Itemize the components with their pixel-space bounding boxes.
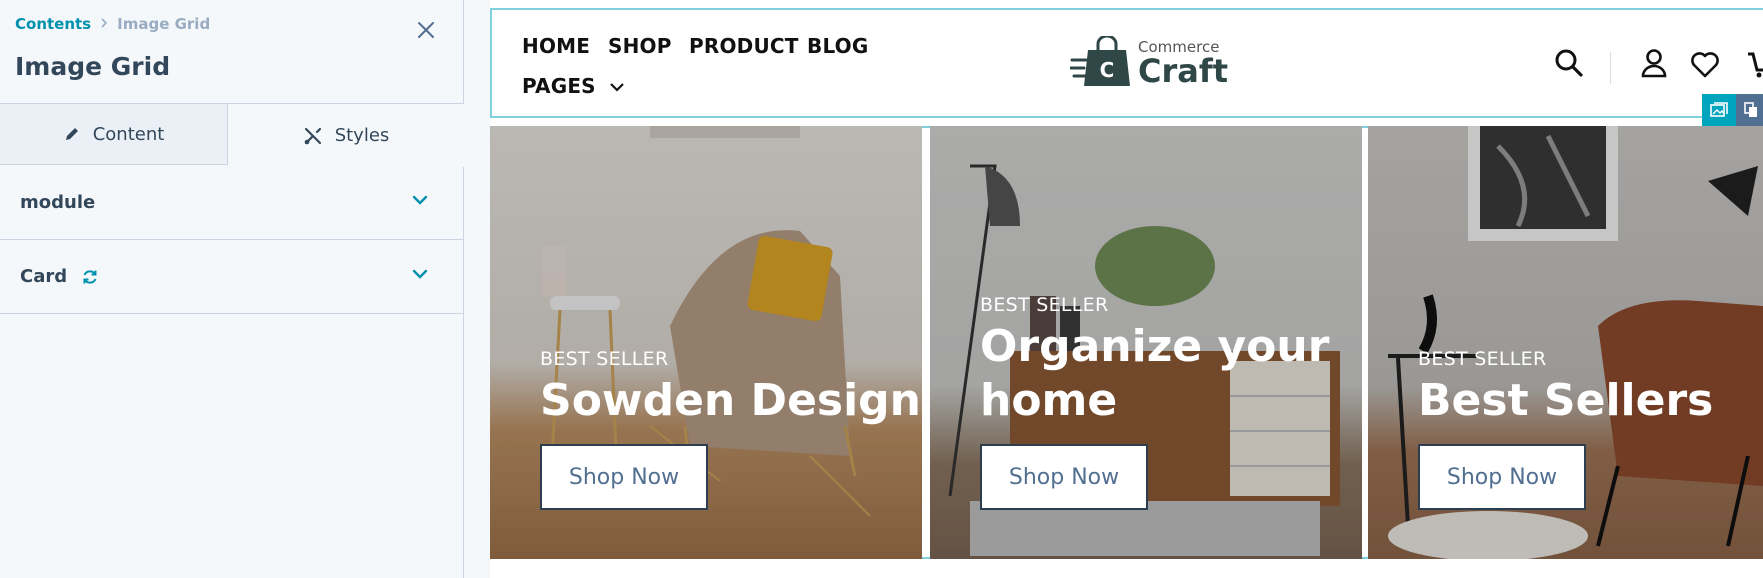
- tab-content[interactable]: Content: [0, 104, 228, 164]
- shopping-bag-logo-icon: C: [1070, 36, 1130, 86]
- tab-styles[interactable]: Styles: [228, 104, 464, 167]
- cart-icon[interactable]: [1748, 48, 1763, 84]
- section-module-label: module: [20, 192, 96, 213]
- section-card[interactable]: Card: [0, 240, 464, 314]
- header-divider: [1610, 52, 1611, 84]
- grid-card-3[interactable]: BEST SELLER Best Sellers Shop Now: [1368, 126, 1763, 559]
- duplicate-tool-button[interactable]: [1736, 94, 1763, 126]
- shop-now-button[interactable]: Shop Now: [1418, 444, 1586, 510]
- editor-panel: Contents Image Grid Image Grid Content S…: [0, 0, 464, 578]
- site-header[interactable]: HOME SHOP PRODUCT BLOG PAGES C Commerce …: [490, 8, 1763, 126]
- search-icon[interactable]: [1554, 48, 1584, 82]
- image-icon: [1710, 102, 1728, 117]
- heart-icon[interactable]: [1690, 50, 1720, 82]
- chevron-down-icon: [412, 269, 428, 279]
- card-headline-line2: home: [980, 375, 1118, 426]
- breadcrumb-current: Image Grid: [117, 15, 211, 33]
- copy-icon: [1743, 102, 1757, 117]
- nav-product[interactable]: PRODUCT: [689, 34, 799, 58]
- image-tool-button[interactable]: [1702, 94, 1736, 126]
- nav-pages-label: PAGES: [522, 74, 596, 98]
- sync-icon: [81, 268, 99, 286]
- nav-home[interactable]: HOME: [522, 34, 590, 58]
- card-eyebrow: BEST SELLER: [540, 348, 669, 370]
- close-button[interactable]: [412, 16, 440, 44]
- svg-text:C: C: [1100, 58, 1115, 82]
- pencil-icon: [65, 128, 78, 140]
- page-preview: HOME SHOP PRODUCT BLOG PAGES C Commerce …: [490, 0, 1763, 578]
- shop-now-button[interactable]: Shop Now: [980, 444, 1148, 510]
- grid-card-2[interactable]: BEST SELLER Organize your home Shop Now: [930, 126, 1362, 559]
- tab-content-label: Content: [92, 123, 165, 145]
- image-grid: BEST SELLER Sowden Design Shop Now BEST …: [490, 126, 1763, 559]
- module-toolbar: [1702, 94, 1763, 126]
- site-logo[interactable]: C Commerce Craft: [1070, 36, 1228, 88]
- card-eyebrow: BEST SELLER: [1418, 348, 1547, 370]
- chevron-down-icon: [412, 195, 428, 205]
- user-icon[interactable]: [1640, 48, 1668, 82]
- breadcrumb: Contents Image Grid: [15, 15, 210, 33]
- chevron-right-icon: [100, 17, 108, 31]
- brush-icon: [304, 127, 321, 144]
- logo-text: Commerce Craft: [1138, 38, 1229, 90]
- grid-gutter: [922, 126, 930, 559]
- section-module[interactable]: module: [0, 166, 464, 240]
- page-title: Image Grid: [15, 52, 171, 81]
- card-eyebrow: BEST SELLER: [980, 294, 1109, 316]
- nav-shop[interactable]: SHOP: [608, 34, 672, 58]
- card-headline: Best Sellers: [1418, 375, 1714, 426]
- section-card-label: Card: [20, 266, 68, 287]
- card-headline: Sowden Design: [540, 375, 922, 426]
- tab-bar: Content Styles: [0, 103, 464, 167]
- grid-card-1[interactable]: BEST SELLER Sowden Design Shop Now: [490, 126, 922, 559]
- breadcrumb-contents-link[interactable]: Contents: [15, 15, 91, 33]
- close-icon: [418, 22, 434, 38]
- nav-blog[interactable]: BLOG: [807, 34, 869, 58]
- tab-styles-label: Styles: [334, 125, 390, 146]
- chevron-down-icon: [610, 83, 624, 92]
- logo-big-text: Craft: [1138, 52, 1229, 90]
- shop-now-button[interactable]: Shop Now: [540, 444, 708, 510]
- nav-pages[interactable]: PAGES: [522, 74, 625, 98]
- card-headline-line1: Organize your: [980, 321, 1330, 372]
